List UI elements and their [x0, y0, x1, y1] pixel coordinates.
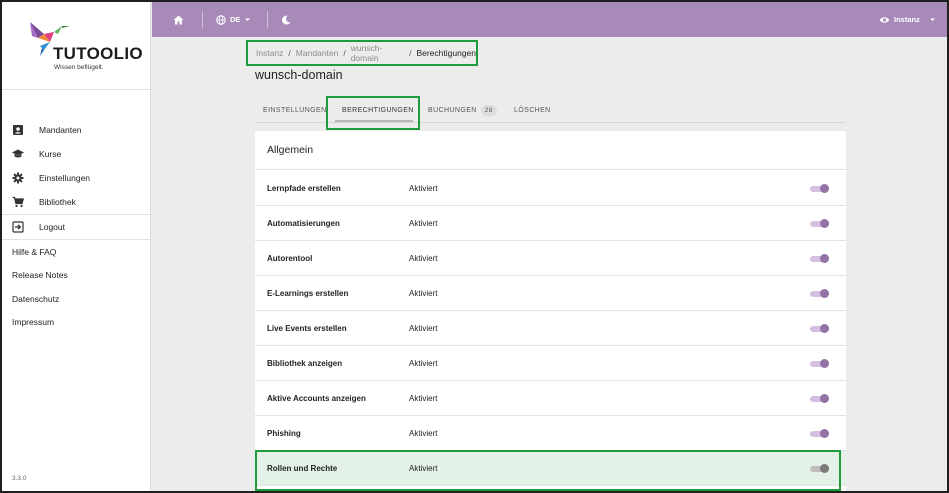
permission-row: Bibliothek anzeigen Aktiviert	[255, 346, 846, 381]
permission-row: Live Events erstellen Aktiviert	[255, 311, 846, 346]
permission-status: Aktiviert	[409, 359, 438, 368]
sidebar-item-kurse[interactable]: Kurse	[2, 142, 150, 166]
dark-mode-toggle[interactable]	[281, 2, 291, 37]
link-release-notes[interactable]: Release Notes	[2, 264, 150, 288]
sidebar-item-bibliothek[interactable]: Bibliothek	[2, 190, 150, 214]
card-title: Allgemein	[255, 131, 846, 170]
breadcrumb-separator: /	[409, 48, 412, 58]
sidebar-menu: Mandanten Kurse Einstellungen Bibliothek…	[2, 118, 150, 334]
breadcrumb-item-domain[interactable]: wunsch-domain	[351, 43, 404, 63]
permission-toggle[interactable]	[810, 289, 829, 298]
sidebar-item-label: Mandanten	[39, 125, 82, 135]
permission-label: Automatisierungen	[267, 219, 340, 228]
link-impressum[interactable]: Impressum	[2, 311, 150, 335]
top-bar: DE Instanz	[152, 2, 947, 37]
permission-label: Live Events erstellen	[267, 324, 347, 333]
instance-menu[interactable]: Instanz	[879, 2, 936, 37]
home-icon	[173, 15, 184, 24]
graduation-cap-icon	[12, 149, 24, 158]
breadcrumb-item-mandanten[interactable]: Mandanten	[296, 48, 339, 58]
user-card-icon	[13, 125, 23, 135]
breadcrumb-separator: /	[343, 48, 346, 58]
permission-status: Aktiviert	[409, 324, 438, 333]
permission-status: Aktiviert	[409, 184, 438, 193]
language-selector[interactable]: DE	[216, 2, 251, 37]
chevron-down-icon	[929, 18, 935, 21]
permission-label: Bibliothek anzeigen	[267, 359, 343, 368]
count-badge: 28	[480, 104, 497, 116]
sidebar-item-label: Logout	[39, 222, 65, 232]
tab-label: EINSTELLUNGEN	[263, 106, 327, 114]
permission-toggle[interactable]	[810, 219, 829, 228]
logo-text: TUTOOLIO	[53, 44, 143, 63]
tab-buchungen[interactable]: BUCHUNGEN 28	[428, 98, 497, 122]
gear-icon	[12, 172, 24, 184]
language-value: DE	[230, 15, 241, 24]
version-label: 3.3.0	[12, 475, 27, 482]
permission-status: Aktiviert	[409, 394, 438, 403]
instance-label: Instanz	[894, 15, 920, 24]
cart-icon	[12, 196, 24, 208]
link-datenschutz[interactable]: Datenschutz	[2, 287, 150, 311]
moon-icon	[282, 15, 291, 24]
permission-label: Autorentool	[267, 254, 313, 263]
permission-row: Automatisierungen Aktiviert	[255, 206, 846, 241]
permission-row: Lernpfade erstellen Aktiviert	[255, 171, 846, 206]
sidebar-item-label: Einstellungen	[39, 173, 91, 183]
divider	[267, 11, 268, 28]
logo-tagline: Wissen beflügelt.	[54, 64, 104, 71]
sidebar: TUTOOLIO Wissen beflügelt. Mandanten Kur…	[2, 2, 151, 491]
permission-toggle[interactable]	[810, 394, 829, 403]
breadcrumb-separator: /	[288, 48, 291, 58]
highlight-box-row	[255, 450, 841, 491]
permission-status: Aktiviert	[409, 254, 438, 263]
sidebar-item-einstellungen[interactable]: Einstellungen	[2, 166, 150, 190]
tab-label: BUCHUNGEN	[428, 106, 477, 114]
sidebar-item-logout[interactable]: Logout	[2, 215, 150, 239]
permission-status: Aktiviert	[409, 429, 438, 438]
permission-toggle[interactable]	[810, 184, 829, 193]
sidebar-item-label: Kurse	[39, 149, 62, 159]
permission-status: Aktiviert	[409, 219, 438, 228]
permission-toggle[interactable]	[810, 324, 829, 333]
divider	[202, 11, 203, 28]
permission-label: Aktive Accounts anzeigen	[267, 394, 366, 403]
breadcrumb-item-instanz[interactable]: Instanz	[256, 48, 283, 58]
permission-row: Aktive Accounts anzeigen Aktiviert	[255, 381, 846, 416]
logout-icon	[12, 221, 24, 233]
link-hilfe-faq[interactable]: Hilfe & FAQ	[2, 240, 150, 264]
tab-einstellungen[interactable]: EINSTELLUNGEN	[263, 98, 327, 122]
permission-label: E-Learnings erstellen	[267, 289, 349, 298]
breadcrumb: Instanz / Mandanten / wunsch-domain / Be…	[246, 40, 478, 66]
eye-icon	[879, 16, 890, 23]
page-title: wunsch-domain	[255, 68, 343, 82]
permission-row: Phishing Aktiviert	[255, 416, 846, 451]
highlight-box-tab	[326, 96, 420, 130]
permission-label: Phishing	[267, 429, 301, 438]
home-button[interactable]	[173, 2, 184, 37]
permission-label: Lernpfade erstellen	[267, 184, 341, 193]
permission-toggle[interactable]	[810, 254, 829, 263]
permission-status: Aktiviert	[409, 289, 438, 298]
tab-loeschen[interactable]: LÖSCHEN	[514, 98, 551, 122]
globe-icon	[216, 14, 226, 25]
permission-row: E-Learnings erstellen Aktiviert	[255, 276, 846, 311]
permissions-card: Allgemein Lernpfade erstellen Aktiviert …	[255, 131, 846, 491]
logo[interactable]: TUTOOLIO Wissen beflügelt.	[2, 2, 150, 90]
sidebar-item-mandanten[interactable]: Mandanten	[2, 118, 150, 142]
app-window: TUTOOLIO Wissen beflügelt. Mandanten Kur…	[0, 0, 949, 493]
sidebar-item-label: Bibliothek	[39, 197, 76, 207]
permission-toggle[interactable]	[810, 429, 829, 438]
breadcrumb-item-current: Berechtigungen	[416, 48, 476, 58]
permission-row: Autorentool Aktiviert	[255, 241, 846, 276]
chevron-down-icon	[245, 18, 251, 21]
permission-toggle[interactable]	[810, 359, 829, 368]
tab-label: LÖSCHEN	[514, 106, 551, 114]
